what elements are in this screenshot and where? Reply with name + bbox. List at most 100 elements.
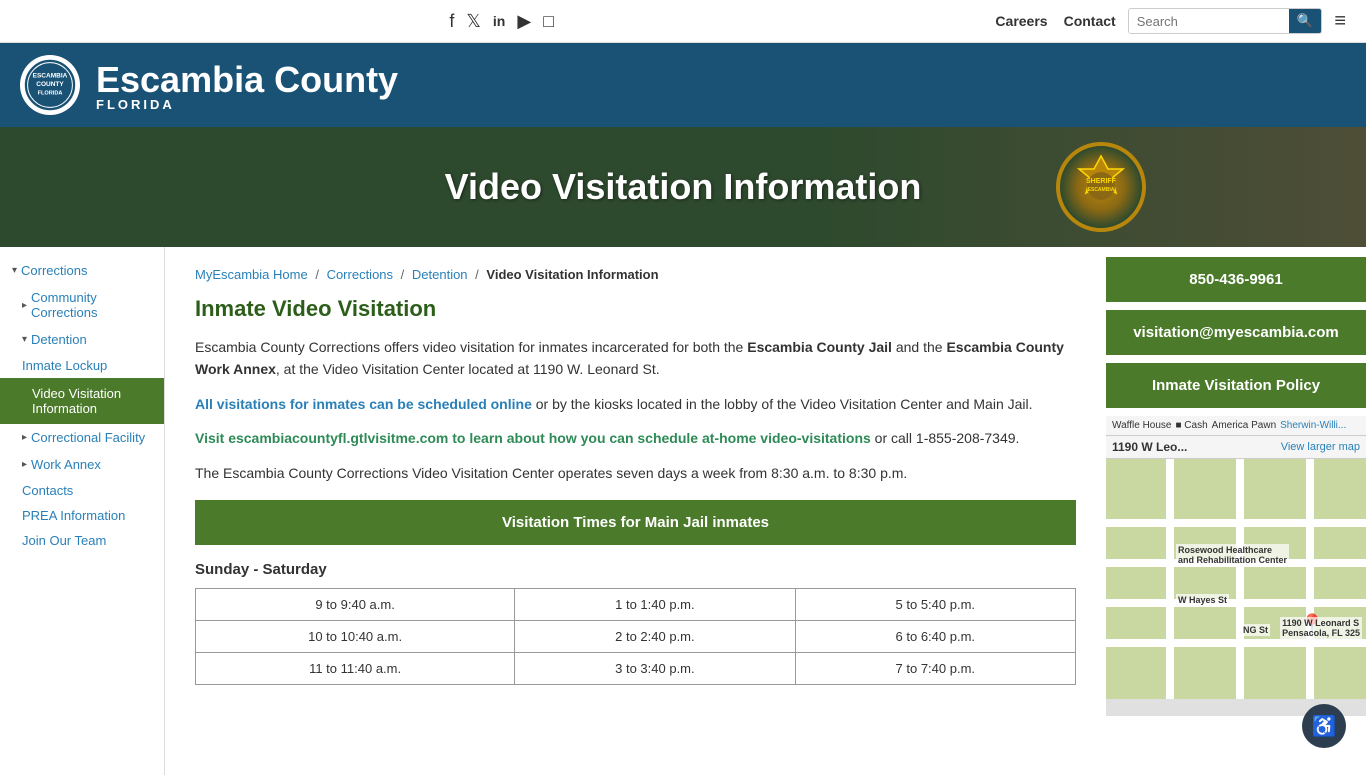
accessibility-button[interactable]: ♿ — [1302, 704, 1346, 748]
right-sidebar: 850-436-9961 visitation@myescambia.com I… — [1106, 247, 1366, 775]
sidebar-item-corrections[interactable]: ▾ Corrections — [0, 257, 164, 284]
work-annex-arrow: ▸ — [22, 459, 27, 470]
linkedin-icon[interactable]: in — [493, 13, 505, 29]
sidebar-item-contacts[interactable]: Contacts — [0, 478, 164, 503]
svg-text:ESCAMBIA: ESCAMBIA — [1088, 187, 1115, 193]
para1-start: Escambia County Corrections offers video… — [195, 339, 747, 355]
table-cell: 7 to 7:40 p.m. — [795, 652, 1075, 684]
hero-banner: Video Visitation Information SHERIFF ESC… — [0, 127, 1366, 247]
breadcrumb: MyEscambia Home / Corrections / Detentio… — [195, 267, 1076, 282]
badge-content: SHERIFF ESCAMBIA — [1066, 151, 1136, 223]
visit-paragraph: Visit escambiacountyfl.gtlvisitme.com to… — [195, 427, 1076, 449]
sidebar-item-community-corrections[interactable]: ▸ Community Corrections — [0, 284, 164, 326]
nearby-pawn: America Pawn — [1212, 420, 1276, 431]
hero-title: Video Visitation Information — [445, 166, 922, 208]
header-text: Escambia County FLORIDA — [96, 59, 398, 112]
sidebar-work-annex-label: Work Annex — [31, 457, 101, 472]
hamburger-menu[interactable]: ≡ — [1334, 10, 1346, 33]
careers-link[interactable]: Careers — [995, 13, 1047, 29]
view-larger-map-link[interactable]: View larger map — [1281, 441, 1360, 453]
sidebar-item-work-annex[interactable]: ▸ Work Annex — [0, 451, 164, 478]
sidebar-item-detention[interactable]: ▾ Detention — [0, 326, 164, 353]
content-area: MyEscambia Home / Corrections / Detentio… — [165, 247, 1106, 775]
map-nearby-labels: Waffle House ■ Cash America Pawn Sherwin… — [1112, 420, 1360, 431]
breadcrumb-detention[interactable]: Detention — [412, 267, 468, 282]
policy-button[interactable]: Inmate Visitation Policy — [1106, 363, 1366, 408]
sidebar-item-correctional-facility[interactable]: ▸ Correctional Facility — [0, 424, 164, 451]
map-image[interactable]: Rosewood Healthcareand Rehabilitation Ce… — [1106, 459, 1366, 699]
map-address-text: 1190 W Leo... — [1112, 440, 1187, 454]
table-cell: 2 to 2:40 p.m. — [515, 620, 795, 652]
search-button[interactable]: 🔍 — [1289, 9, 1322, 33]
sidebar-item-join-our-team[interactable]: Join Our Team — [0, 528, 164, 553]
para1-mid: and the — [892, 339, 947, 355]
detention-arrow: ▾ — [22, 334, 27, 345]
main-layout: ▾ Corrections ▸ Community Corrections ▾ … — [0, 247, 1366, 775]
sidebar-item-inmate-lockup[interactable]: Inmate Lockup — [0, 353, 164, 378]
breadcrumb-sep-2: / — [401, 267, 408, 282]
county-name: Escambia County — [96, 59, 398, 101]
instagram-icon[interactable]: □ — [543, 11, 554, 32]
table-cell: 6 to 6:40 p.m. — [795, 620, 1075, 652]
search-bar[interactable]: 🔍 — [1128, 8, 1323, 34]
sidebar: ▾ Corrections ▸ Community Corrections ▾ … — [0, 247, 165, 775]
intro-paragraph: Escambia County Corrections offers video… — [195, 336, 1076, 381]
top-links: Careers Contact — [995, 13, 1115, 29]
map-label-hayes: W Hayes St — [1176, 594, 1229, 606]
svg-text:SHERIFF: SHERIFF — [1086, 178, 1117, 185]
phone-button[interactable]: 850-436-9961 — [1106, 257, 1366, 302]
table-cell: 3 to 3:40 p.m. — [515, 652, 795, 684]
sidebar-correctional-facility-label: Correctional Facility — [31, 430, 145, 445]
sidebar-video-visitation-label: Video Visitation Information — [32, 386, 152, 416]
schedule-link[interactable]: All visitations for inmates can be sched… — [195, 396, 532, 412]
map-road-v3 — [1306, 459, 1314, 699]
map-label-healthcare: Rosewood Healthcareand Rehabilitation Ce… — [1176, 544, 1289, 566]
sidebar-item-prea[interactable]: PREA Information — [0, 503, 164, 528]
corrections-arrow: ▾ — [12, 265, 17, 276]
nearby-sherwin: Sherwin-Willi... — [1280, 420, 1346, 431]
social-icons: f 𝕏 in ▶ □ — [449, 11, 554, 32]
map-top-bar: Waffle House ■ Cash America Pawn Sherwin… — [1106, 416, 1366, 436]
email-button[interactable]: visitation@myescambia.com — [1106, 310, 1366, 355]
community-corrections-arrow: ▸ — [22, 300, 27, 311]
breadcrumb-home[interactable]: MyEscambia Home — [195, 267, 308, 282]
correctional-facility-arrow: ▸ — [22, 432, 27, 443]
svg-text:ESCAMBIA: ESCAMBIA — [33, 73, 68, 80]
breadcrumb-current: Video Visitation Information — [486, 267, 658, 282]
visit-rest: or call 1-855-208-7349. — [875, 430, 1020, 446]
table-cell: 1 to 1:40 p.m. — [515, 588, 795, 620]
visit-site-link[interactable]: Visit escambiacountyfl.gtlvisitme.com to… — [195, 430, 871, 446]
sidebar-corrections-label: Corrections — [21, 263, 87, 278]
facebook-icon[interactable]: f — [449, 11, 454, 32]
table-cell: 11 to 11:40 a.m. — [196, 652, 515, 684]
hours-text: The Escambia County Corrections Video Vi… — [195, 462, 1076, 484]
breadcrumb-corrections[interactable]: Corrections — [327, 267, 393, 282]
contact-link[interactable]: Contact — [1064, 13, 1116, 29]
main-header: ESCAMBIA COUNTY FLORIDA Escambia County … — [0, 43, 1366, 127]
visitation-times-table: 9 to 9:40 a.m.1 to 1:40 p.m.5 to 5:40 p.… — [195, 588, 1076, 685]
schedule-rest: or by the kiosks located in the lobby of… — [536, 396, 1033, 412]
para1-end: , at the Video Visitation Center located… — [276, 361, 660, 377]
map-road-v2 — [1236, 459, 1244, 699]
search-input[interactable] — [1129, 9, 1289, 33]
svg-text:COUNTY: COUNTY — [36, 81, 64, 88]
page-title: Inmate Video Visitation — [195, 296, 1076, 322]
map-container[interactable]: Waffle House ■ Cash America Pawn Sherwin… — [1106, 416, 1366, 716]
hero-badge: SHERIFF ESCAMBIA — [1056, 142, 1146, 232]
visitation-times-button[interactable]: Visitation Times for Main Jail inmates — [195, 500, 1076, 545]
twitter-icon[interactable]: 𝕏 — [466, 11, 481, 32]
youtube-icon[interactable]: ▶ — [517, 11, 531, 32]
sidebar-item-video-visitation[interactable]: Video Visitation Information — [0, 378, 164, 424]
map-label-ng-st: NG St — [1241, 624, 1270, 636]
breadcrumb-sep-3: / — [475, 267, 482, 282]
nearby-waffle: Waffle House — [1112, 420, 1171, 431]
schedule-paragraph: All visitations for inmates can be sched… — [195, 393, 1076, 415]
map-address-bar: 1190 W Leo... View larger map — [1106, 436, 1366, 459]
nearby-cash: ■ Cash — [1175, 420, 1207, 431]
table-cell: 5 to 5:40 p.m. — [795, 588, 1075, 620]
top-bar: f 𝕏 in ▶ □ Careers Contact 🔍 ≡ — [0, 0, 1366, 43]
table-row: 10 to 10:40 a.m.2 to 2:40 p.m.6 to 6:40 … — [196, 620, 1076, 652]
table-row: 11 to 11:40 a.m.3 to 3:40 p.m.7 to 7:40 … — [196, 652, 1076, 684]
sidebar-detention-label: Detention — [31, 332, 87, 347]
table-cell: 10 to 10:40 a.m. — [196, 620, 515, 652]
